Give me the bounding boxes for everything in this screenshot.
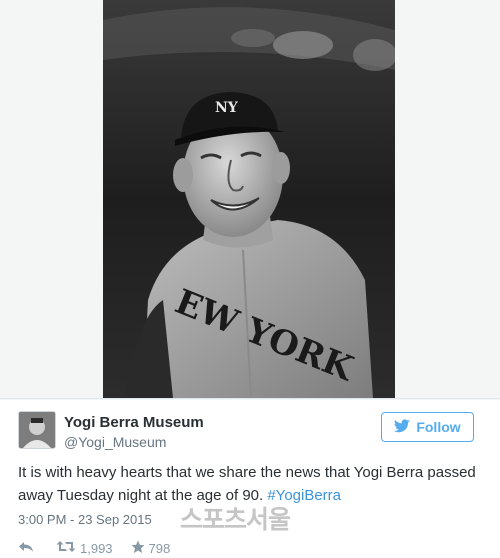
- retweet-count: 1,993: [80, 540, 113, 556]
- watermark: 스포츠서울: [180, 505, 291, 534]
- retweet-button[interactable]: 1,993: [56, 540, 113, 556]
- avatar[interactable]: [18, 411, 56, 449]
- yogi-berra-photo[interactable]: NY EW YORK: [103, 0, 395, 398]
- tweet-media[interactable]: NY EW YORK: [0, 0, 500, 400]
- user-display-name[interactable]: Yogi Berra Museum: [64, 414, 204, 431]
- favorite-count: 798: [148, 540, 171, 556]
- user-handle[interactable]: @Yogi_Museum: [64, 434, 166, 450]
- follow-button[interactable]: Follow: [381, 412, 474, 442]
- tweet-body: It is with heavy hearts that we share th…: [18, 464, 476, 504]
- twitter-bird-icon: [394, 418, 411, 436]
- favorite-button[interactable]: 798: [131, 540, 171, 557]
- reply-button[interactable]: [18, 541, 34, 556]
- tweet-actions: 1,993 798: [18, 538, 170, 558]
- tweet-timestamp[interactable]: 3:00 PM - 23 Sep 2015: [18, 512, 152, 527]
- follow-label: Follow: [416, 419, 461, 435]
- reply-icon: [18, 541, 34, 556]
- star-icon: [131, 540, 145, 557]
- retweet-icon: [56, 540, 76, 556]
- svg-text:NY: NY: [215, 100, 239, 116]
- media-divider: [0, 398, 500, 399]
